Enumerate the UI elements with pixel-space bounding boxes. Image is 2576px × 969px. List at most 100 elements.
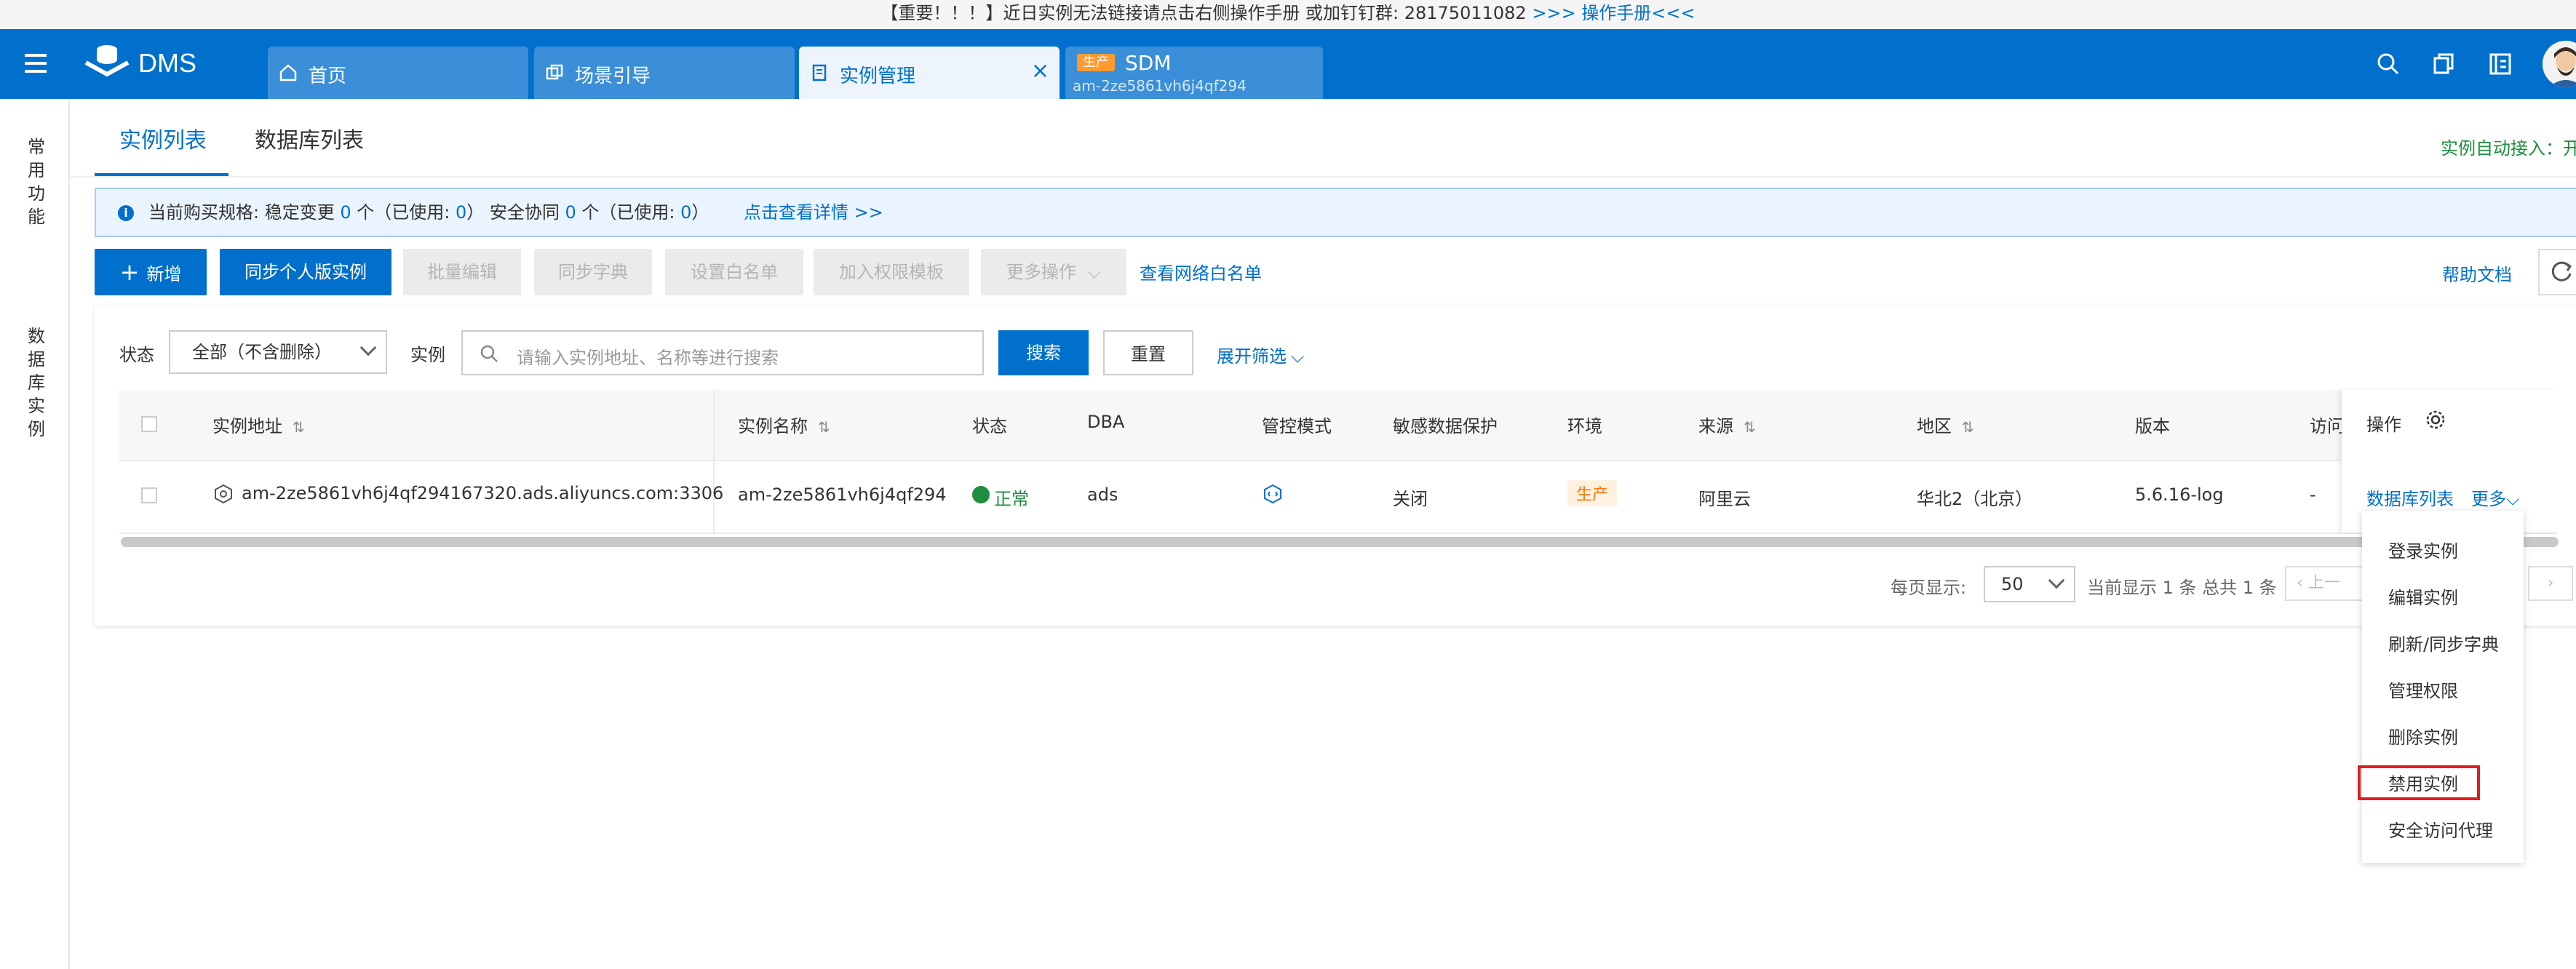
- guide-icon: [546, 64, 563, 80]
- db-list-link[interactable]: 数据库列表: [2366, 484, 2454, 510]
- set-whitelist-button[interactable]: 设置白名单: [665, 249, 803, 295]
- cell-region: 华北2（北京）: [1917, 489, 2033, 509]
- row-checkbox[interactable]: [141, 487, 157, 503]
- add-button[interactable]: + 新增: [95, 249, 207, 295]
- user-avatar-icon: [2543, 41, 2576, 87]
- control-mode-icon[interactable]: [1262, 483, 1284, 505]
- cell-version: 5.6.16-log: [2135, 484, 2224, 505]
- tab-label: SDM: [1125, 51, 1172, 75]
- tab-label: 实例管理: [840, 65, 916, 87]
- menu-item-delete[interactable]: 删除实例: [2388, 723, 2458, 749]
- help-doc-link[interactable]: 帮助文档: [2442, 260, 2512, 286]
- menu-item-edit[interactable]: 编辑实例: [2388, 583, 2458, 609]
- col-version: 版本: [2135, 416, 2170, 436]
- menu-item-login[interactable]: 登录实例: [2388, 537, 2458, 562]
- view-whitelist-link[interactable]: 查看网络白名单: [1140, 259, 1262, 284]
- tab-sublabel: am-2ze5861vh6j4qf294: [1073, 77, 1247, 95]
- tab-database-list[interactable]: 数据库列表: [255, 122, 364, 154]
- banner-text: 当前购买规格: 稳定变更 0 个（已使用: 0） 安全协同 0 个（已使用: 0…: [148, 202, 709, 223]
- table-header: [119, 390, 2557, 460]
- env-badge: 生产: [1077, 54, 1115, 71]
- sync-personal-button[interactable]: 同步个人版实例: [220, 249, 391, 295]
- col-dba: DBA: [1087, 412, 1125, 432]
- tab-instance-management[interactable]: 实例管理 ×: [799, 47, 1060, 99]
- more-operations-button[interactable]: 更多操作 ⌵: [981, 249, 1126, 295]
- app-title: DMS: [138, 48, 196, 78]
- search-input[interactable]: 请输入实例地址、名称等进行搜索: [461, 330, 984, 375]
- batch-edit-button[interactable]: 批量编辑: [403, 249, 521, 295]
- col-env: 环境: [1567, 416, 1602, 436]
- cell-env-badge: 生产: [1567, 480, 1618, 506]
- sort-icon[interactable]: ⇅: [293, 418, 305, 436]
- sync-dict-button[interactable]: 同步字典: [534, 249, 652, 295]
- chevron-down-icon: [2048, 572, 2065, 589]
- avatar[interactable]: [2543, 41, 2576, 87]
- sort-icon[interactable]: ⇅: [1962, 418, 1974, 436]
- instance-type-icon: [215, 484, 232, 504]
- pagination-summary: 当前显示 1 条 总共 1 条: [2087, 578, 2277, 598]
- row-divider: [119, 460, 2557, 461]
- tab-instance-list[interactable]: 实例列表: [119, 122, 207, 154]
- chevron-down-icon: ⌵: [2506, 489, 2520, 509]
- search-icon[interactable]: [2375, 51, 2401, 77]
- copy-icon[interactable]: [2430, 51, 2457, 77]
- more-dropdown-menu: 登录实例 编辑实例 刷新/同步字典 管理权限 删除实例 禁用实例 安全访问代理: [2362, 511, 2524, 863]
- spec-info-banner: i 当前购买规格: 稳定变更 0 个（已使用: 0） 安全协同 0 个（已使用:…: [95, 188, 2576, 237]
- tab-divider: [70, 176, 2576, 178]
- status-select[interactable]: 全部（不含删除）: [169, 330, 387, 374]
- col-status: 状态: [972, 416, 1007, 436]
- plus-icon: +: [119, 258, 140, 286]
- col-source[interactable]: 来源 ⇅: [1698, 412, 1756, 437]
- refresh-button[interactable]: [2538, 249, 2576, 295]
- status-filter-label: 状态: [119, 345, 154, 365]
- col-access: 访问: [2310, 416, 2345, 436]
- col-name[interactable]: 实例名称 ⇅: [738, 412, 830, 437]
- row-divider: [119, 533, 2557, 534]
- tab-home[interactable]: 首页: [268, 47, 528, 99]
- left-rail: 常用功能 数据库实例: [0, 99, 70, 969]
- menu-item-refresh-sync[interactable]: 刷新/同步字典: [2388, 630, 2499, 655]
- detail-link[interactable]: 点击查看详情 >>: [744, 189, 883, 236]
- search-button[interactable]: 搜索: [998, 330, 1089, 375]
- highlight-disable-instance: [2358, 765, 2480, 800]
- sort-icon[interactable]: ⇅: [1744, 418, 1756, 436]
- manual-link[interactable]: >>> 操作手册<<<: [1532, 3, 1695, 23]
- menu-item-secure-proxy[interactable]: 安全访问代理: [2388, 816, 2493, 842]
- dms-logo-icon: [84, 45, 130, 77]
- chevron-right-icon: ›: [2547, 574, 2554, 592]
- notice-text: 【重要！！！】近日实例无法链接请点击右侧操作手册 或加钉钉群: 28175011…: [880, 3, 1533, 23]
- menu-icon[interactable]: [25, 54, 47, 73]
- auto-access-status[interactable]: 实例自动接入：开: [2441, 134, 2576, 159]
- menu-item-manage-permission[interactable]: 管理权限: [2388, 677, 2458, 702]
- per-page-label: 每页显示:: [1891, 578, 1967, 598]
- horizontal-scrollbar[interactable]: [121, 537, 2559, 547]
- tab-sdm[interactable]: 生产 SDM am-2ze5861vh6j4qf294: [1065, 47, 1323, 99]
- sort-icon[interactable]: ⇅: [818, 418, 830, 436]
- per-page-select[interactable]: 50: [1984, 566, 2075, 602]
- tab-label: 场景引导: [575, 65, 651, 87]
- col-region[interactable]: 地区 ⇅: [1917, 412, 1974, 437]
- rail-item-db-instance[interactable]: 数据库实例: [26, 324, 47, 441]
- search-icon: [480, 345, 498, 362]
- close-icon[interactable]: ×: [1031, 58, 1049, 84]
- chevron-down-icon: ⌵: [1291, 346, 1305, 367]
- prev-page-button[interactable]: ‹ 上一: [2285, 566, 2372, 601]
- gear-icon[interactable]: [2425, 409, 2446, 431]
- home-icon: [279, 64, 297, 81]
- top-header: DMS 首页 场景引导 实例管理 × 生产 SDM am-2ze5861vh6j…: [0, 29, 2576, 99]
- rail-item-common[interactable]: 常用功能: [26, 135, 47, 228]
- next-page-button[interactable]: ›: [2528, 566, 2573, 601]
- layout-icon[interactable]: [2487, 51, 2513, 77]
- instance-filter-label: 实例: [410, 345, 445, 365]
- tab-guide[interactable]: 场景引导: [534, 47, 795, 99]
- more-link[interactable]: 更多⌵: [2471, 484, 2519, 510]
- chevron-left-icon: ‹: [2297, 574, 2308, 592]
- cell-status: 正常: [994, 489, 1029, 509]
- select-all-checkbox[interactable]: [141, 416, 157, 432]
- status-ok-icon: [972, 486, 990, 503]
- col-control-mode: 管控模式: [1262, 416, 1332, 436]
- col-address[interactable]: 实例地址 ⇅: [212, 412, 305, 437]
- add-permission-template-button[interactable]: 加入权限模板: [814, 249, 969, 295]
- expand-filter-link[interactable]: 展开筛选 ⌵: [1217, 342, 1304, 367]
- reset-button[interactable]: 重置: [1103, 330, 1193, 375]
